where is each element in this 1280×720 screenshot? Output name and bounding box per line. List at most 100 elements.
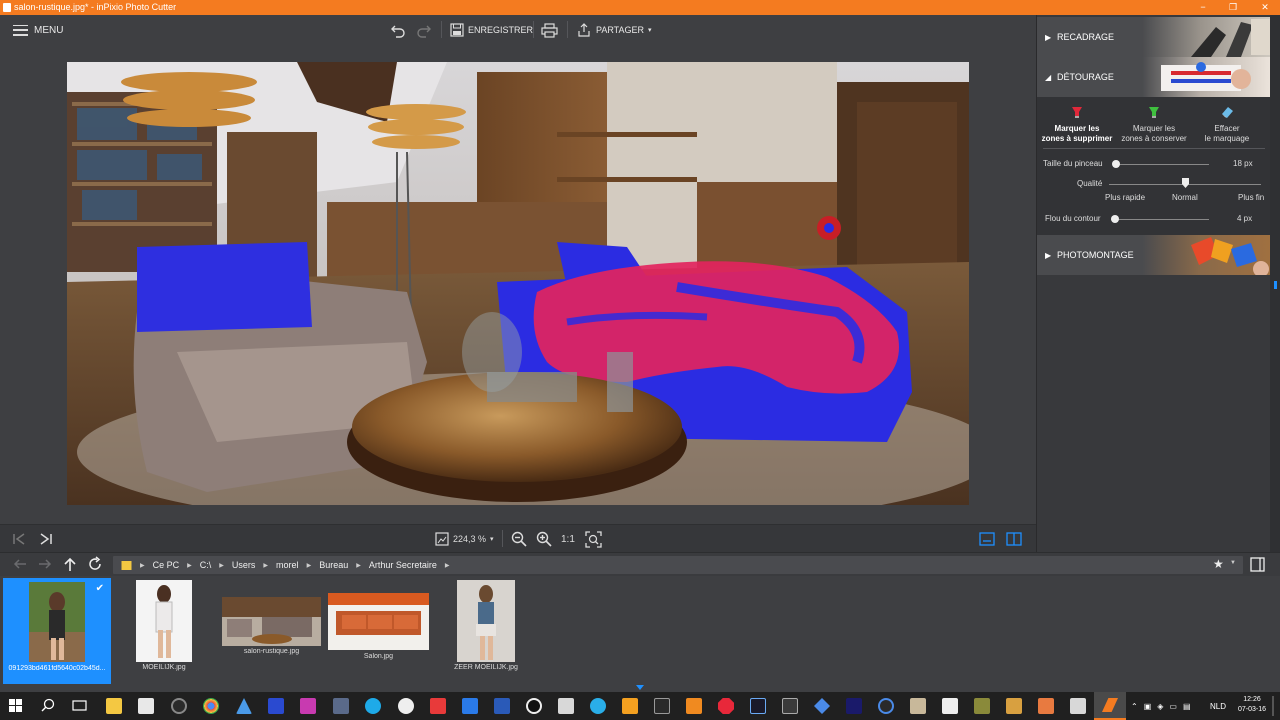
refresh-button[interactable]	[87, 556, 103, 577]
zoom-in-button[interactable]	[536, 530, 552, 548]
app-icon[interactable]	[782, 698, 798, 714]
edge-blur-knob[interactable]	[1111, 215, 1119, 223]
app-icon[interactable]	[171, 698, 187, 714]
app-icon[interactable]	[1038, 698, 1054, 714]
actual-size-button[interactable]: 1:1	[561, 530, 575, 548]
app-icon[interactable]	[974, 698, 990, 714]
panel-toggle-button[interactable]	[1250, 557, 1265, 577]
share-button[interactable]: PARTAGER ▾	[576, 20, 652, 40]
battery-icon[interactable]: ▭	[1169, 702, 1177, 711]
panel-scrollbar[interactable]	[1270, 15, 1280, 552]
mark-remove-tool[interactable]: Marquer les zones à supprimer	[1039, 105, 1115, 144]
single-view-button[interactable]	[979, 530, 995, 548]
app-icon[interactable]	[846, 698, 862, 714]
breadcrumb-item[interactable]: Users ▶	[232, 560, 268, 570]
start-button[interactable]	[9, 699, 22, 717]
chevron-up-icon[interactable]: ⌃	[1131, 702, 1138, 711]
app-icon[interactable]	[268, 698, 284, 714]
section-photomontage[interactable]: ▶ PHOTOMONTAGE	[1037, 235, 1271, 275]
redo-button[interactable]	[416, 20, 432, 40]
up-folder-button[interactable]	[62, 556, 78, 577]
app-icon[interactable]	[718, 698, 734, 714]
quality-knob[interactable]	[1182, 178, 1189, 188]
app-icon[interactable]	[910, 698, 926, 714]
breadcrumb[interactable]: ▶ Ce PC ▶ C:\ ▶ Users ▶ morel ▶ Bureau ▶ Arth…	[113, 556, 1243, 574]
app-icon[interactable]	[300, 698, 316, 714]
edge-blur-slider[interactable]	[1111, 219, 1209, 220]
favorite-star-icon[interactable]: ★	[1213, 557, 1224, 571]
app-icon[interactable]	[942, 698, 958, 714]
thumbnail-image	[222, 597, 321, 646]
app-icon[interactable]	[654, 698, 670, 714]
word-icon[interactable]	[494, 698, 510, 714]
arrow-right-icon	[39, 559, 52, 569]
app-icon[interactable]	[1070, 698, 1086, 714]
app-icon[interactable]	[686, 698, 702, 714]
brush-size-row: Taille du pinceau 18 px	[1037, 157, 1271, 171]
fit-to-window-button[interactable]	[585, 530, 602, 548]
volume-icon[interactable]: ◈	[1157, 702, 1163, 711]
app-icon[interactable]	[878, 698, 894, 714]
breadcrumb-item[interactable]: Ce PC ▶	[153, 560, 192, 570]
show-desktop-button[interactable]	[1272, 696, 1274, 716]
close-button[interactable]: ✕	[1250, 0, 1280, 15]
save-button[interactable]: ENREGISTRER	[450, 20, 533, 40]
clock[interactable]: 12:26 07-03-16	[1236, 695, 1268, 715]
app-icon[interactable]	[558, 698, 574, 714]
windows-logo-icon	[9, 699, 22, 712]
app-icon[interactable]	[1006, 698, 1022, 714]
app-icon[interactable]	[526, 698, 542, 714]
forward-button[interactable]	[37, 556, 53, 577]
first-image-button[interactable]	[12, 530, 26, 548]
breadcrumb-item[interactable]: Bureau ▶	[319, 560, 361, 570]
thumbnail-item[interactable]: ZEER MOEILIJK.jpg	[454, 580, 518, 680]
chrome-icon[interactable]	[203, 698, 219, 714]
menu-button[interactable]: MENU	[13, 22, 63, 38]
favorite-dropdown-icon[interactable]: ▼	[1230, 560, 1236, 566]
erase-marking-tool[interactable]: Effacer le marquage	[1189, 105, 1265, 144]
thumbnail-item[interactable]: ✔ 091293bd461fd5640c02b45d...	[3, 578, 111, 684]
skype-icon[interactable]	[365, 698, 381, 714]
share-label: PARTAGER	[596, 25, 645, 35]
edited-photo[interactable]	[67, 62, 969, 505]
print-button[interactable]	[541, 20, 558, 40]
last-image-button[interactable]	[39, 530, 53, 548]
breadcrumb-item[interactable]: morel ▶	[276, 560, 311, 570]
collapse-filmstrip-icon[interactable]	[636, 685, 644, 690]
breadcrumb-item[interactable]: C:\ ▶	[200, 560, 224, 570]
download-icon[interactable]	[430, 698, 446, 714]
language-indicator[interactable]: NLD	[1210, 692, 1226, 720]
file-explorer-icon[interactable]	[106, 698, 122, 714]
app-icon[interactable]	[750, 698, 766, 714]
minimize-button[interactable]: −	[1188, 0, 1218, 15]
search-button[interactable]	[41, 698, 55, 717]
app-icon[interactable]	[236, 698, 252, 714]
thumbnail-item[interactable]: Salon.jpg	[328, 593, 429, 677]
app-icon[interactable]	[398, 698, 414, 714]
task-view-button[interactable]	[72, 699, 87, 717]
zoom-out-button[interactable]	[511, 530, 527, 548]
brush-size-slider[interactable]	[1113, 164, 1209, 165]
thumbnail-item[interactable]: MOEILIJK.jpg	[136, 580, 192, 680]
dropbox-icon[interactable]	[462, 698, 478, 714]
app-icon[interactable]	[333, 698, 349, 714]
thumbnail-item[interactable]: salon-rustique.jpg	[222, 597, 321, 677]
split-view-button[interactable]	[1006, 530, 1022, 548]
app-icon[interactable]	[590, 698, 606, 714]
thumbnail-label: ZEER MOEILIJK.jpg	[454, 664, 518, 671]
inpixio-taskbar-button[interactable]	[1094, 692, 1126, 720]
mark-keep-tool[interactable]: Marquer les zones à conserver	[1116, 105, 1192, 144]
notifications-icon[interactable]: ▤	[1183, 702, 1191, 711]
brush-size-knob[interactable]	[1111, 160, 1120, 168]
store-icon[interactable]	[138, 698, 154, 714]
network-icon[interactable]: ▣	[1144, 702, 1152, 711]
undo-button[interactable]	[390, 20, 406, 40]
section-detourage[interactable]: ◢ DÉTOURAGE	[1037, 57, 1271, 97]
maximize-button[interactable]: ❐	[1218, 0, 1248, 15]
breadcrumb-item[interactable]: Arthur Secretaire ▶	[369, 560, 450, 570]
app-icon[interactable]	[814, 698, 830, 714]
zoom-dropdown[interactable]: 224,3 % ▾	[435, 530, 494, 548]
app-icon[interactable]	[622, 698, 638, 714]
back-button[interactable]	[12, 556, 28, 577]
section-recadrage[interactable]: ▶ RECADRAGE	[1037, 17, 1271, 57]
